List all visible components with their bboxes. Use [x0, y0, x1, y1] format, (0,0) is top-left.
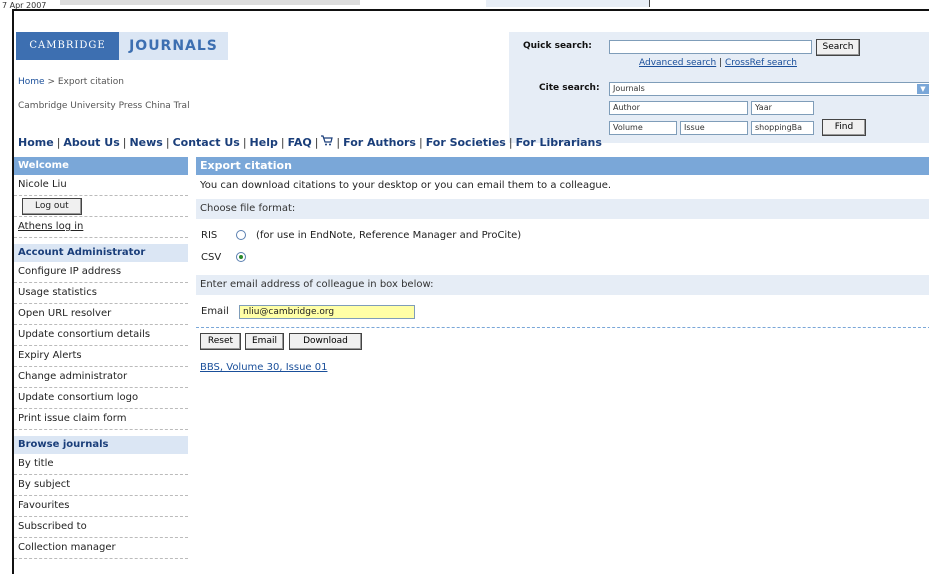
nav-for-societies[interactable]: For Societies [426, 136, 506, 149]
crossref-search-link[interactable]: CrossRef search [725, 58, 797, 68]
intro-text: You can download citations to your deskt… [200, 180, 612, 191]
action-buttons: Reset Email Download [196, 333, 929, 353]
nav-contact-us[interactable]: Contact Us [173, 136, 240, 149]
email-prompt-band: Enter email address of colleague in box … [196, 275, 929, 295]
nav-help[interactable]: Help [250, 136, 278, 149]
sidebar-item-favourites[interactable]: Favourites [14, 496, 188, 517]
csv-label: CSV [201, 252, 222, 263]
sidebar-item-change-administrator[interactable]: Change administrator [14, 367, 188, 388]
logout-button[interactable]: Log out [22, 198, 82, 215]
nav-for-authors[interactable]: For Authors [343, 136, 416, 149]
user-name: Nicole Liu [14, 175, 188, 196]
cite-search-label: Cite search: [539, 83, 600, 93]
sidebar-item-update-consortium-details[interactable]: Update consortium details [14, 325, 188, 346]
sidebar-item-expiry-alerts[interactable]: Expiry Alerts [14, 346, 188, 367]
find-button[interactable]: Find [822, 119, 866, 136]
quick-search-input[interactable] [609, 40, 812, 54]
nav-faq[interactable]: FAQ [288, 136, 312, 149]
sidebar-item-by-subject[interactable]: By subject [14, 475, 188, 496]
breadcrumb-home[interactable]: Home [18, 77, 45, 87]
account-admin-heading: Account Administrator [14, 244, 188, 262]
welcome-heading: Welcome [14, 157, 188, 175]
year-input[interactable]: Yaar [751, 101, 814, 115]
shopping-cart-icon[interactable] [321, 135, 334, 149]
page-title: Export citation [196, 157, 929, 175]
nav-news[interactable]: News [129, 136, 162, 149]
choose-format-band: Choose file format: [196, 199, 929, 219]
sidebar-item-open-url-resolver[interactable]: Open URL resolver [14, 304, 188, 325]
email-input[interactable]: nliu@cambridge.org [239, 305, 415, 319]
sidebar-item-collection-manager[interactable]: Collection manager [14, 538, 188, 559]
athens-login-row: Athens log in [14, 217, 188, 238]
email-label: Email [201, 306, 229, 317]
search-panel: Quick search: Search Advanced search | C… [509, 32, 929, 143]
sidebar-item-subscribed-to[interactable]: Subscribed to [14, 517, 188, 538]
author-input[interactable]: Author [609, 101, 748, 115]
ris-radio[interactable] [236, 230, 246, 240]
browse-journals-heading: Browse journals [14, 436, 188, 454]
issue-input[interactable]: Issue [680, 121, 748, 135]
sidebar-item-usage-statistics[interactable]: Usage statistics [14, 283, 188, 304]
main-content: Export citation You can download citatio… [196, 157, 929, 373]
ris-row: RIS (for use in EndNote, Reference Manag… [196, 225, 929, 247]
email-row: Email nliu@cambridge.org [196, 301, 929, 323]
logo-cambridge: CAMBRIDGE [16, 32, 119, 60]
email-button[interactable]: Email [245, 333, 284, 350]
top-navigation: Home | About Us | News | Contact Us | Help | FAQ | … [18, 135, 602, 149]
background-tooltip [486, 0, 650, 7]
sidebar-item-by-title[interactable]: By title [14, 454, 188, 475]
breadcrumb-current: Export citation [57, 77, 124, 87]
institution-name: Cambridge University Press China Tral [18, 101, 190, 111]
breadcrumb-separator: > [44, 77, 58, 87]
cambridge-journals-logo[interactable]: CAMBRIDGE JOURNALS [16, 32, 228, 60]
download-button[interactable]: Download [289, 333, 362, 350]
sidebar-item-print-issue-claim[interactable]: Print issue claim form [14, 409, 188, 430]
quick-search-label: Quick search: [523, 41, 592, 51]
sidebar-item-configure-ip[interactable]: Configure IP address [14, 262, 188, 283]
logout-row: Log out [14, 196, 188, 217]
citation-link[interactable]: BBS, Volume 30, Issue 01 [196, 362, 929, 373]
nav-home[interactable]: Home [18, 136, 54, 149]
background-text-blur [60, 0, 360, 5]
athens-login-link[interactable]: Athens log in [18, 221, 83, 232]
nav-about-us[interactable]: About Us [63, 136, 119, 149]
divider [196, 327, 929, 328]
csv-radio[interactable] [236, 252, 246, 262]
chevron-down-icon[interactable]: ▼ [917, 84, 929, 94]
cite-search-select[interactable]: Journals ▼ [609, 82, 929, 96]
browser-window: CAMBRIDGE JOURNALS Home > Export citatio… [12, 9, 929, 574]
search-link-separator: | [716, 58, 725, 68]
reset-button[interactable]: Reset [200, 333, 241, 350]
nav-for-librarians[interactable]: For Librarians [516, 136, 602, 149]
advanced-search-link[interactable]: Advanced search [639, 58, 716, 68]
logo-journals: JOURNALS [119, 32, 228, 60]
ris-description: (for use in EndNote, Reference Manager a… [256, 230, 522, 241]
volume-input[interactable]: Volume [609, 121, 677, 135]
csv-row: CSV [196, 247, 929, 269]
sidebar-item-update-consortium-logo[interactable]: Update consortium logo [14, 388, 188, 409]
page-input[interactable]: shoppingBa [751, 121, 814, 135]
cite-select-value: Journals [613, 84, 645, 93]
sidebar: Welcome Nicole Liu Log out Athens log in… [14, 157, 188, 559]
search-links: Advanced search | CrossRef search [639, 58, 797, 68]
breadcrumb: Home > Export citation [18, 77, 124, 87]
ris-label: RIS [201, 230, 218, 241]
search-button[interactable]: Search [816, 39, 860, 56]
